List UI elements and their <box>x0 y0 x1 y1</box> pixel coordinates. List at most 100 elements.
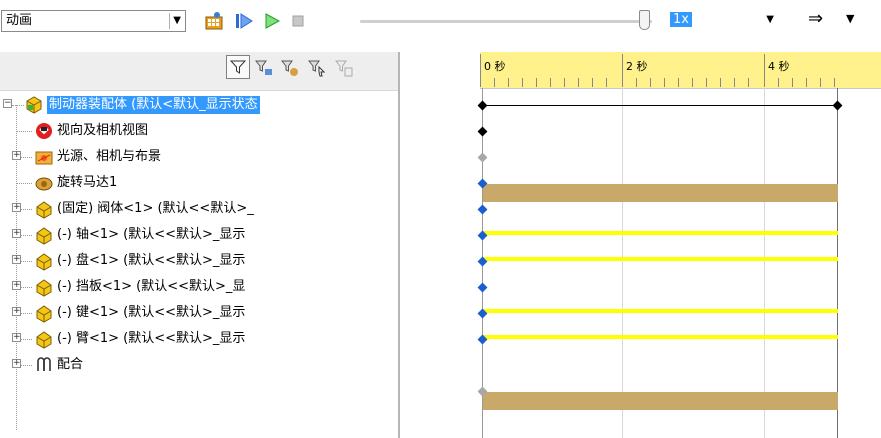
keyframe-diamond[interactable] <box>477 100 488 111</box>
tree-connector <box>21 287 32 288</box>
tree-connector <box>16 131 32 132</box>
tree-item-assembly[interactable]: − 制动器装配体 (默认<默认_显示状态 <box>0 92 398 118</box>
ruler-tick <box>720 78 721 87</box>
filter-animating-icon[interactable] <box>254 58 274 78</box>
expand-toggle[interactable]: + <box>12 333 21 342</box>
motor-track-bar[interactable] <box>483 184 838 202</box>
ruler-tick <box>592 78 593 87</box>
keyframe-diamond[interactable] <box>477 282 488 293</box>
ruler-tick <box>678 78 679 87</box>
tree-item-part[interactable]: + (固定) 阀体<1> (默认<<默认>_ <box>0 196 398 222</box>
tree-item-rotary-motor[interactable]: 旋转马达1 <box>0 170 398 196</box>
ruler-tick <box>508 78 509 87</box>
tree-item-camera-views[interactable]: 视向及相机视图 <box>0 118 398 144</box>
tree-item-part[interactable]: + (-) 挡板<1> (默认<<默认>_显 <box>0 274 398 300</box>
stop-icon[interactable] <box>288 11 308 31</box>
expand-toggle[interactable]: + <box>12 307 21 316</box>
motion-manager-tree: − 制动器装配体 (默认<默认_显示状态 视向及相机视图 + 光源、相机与布景 … <box>0 52 398 438</box>
ruler-tick <box>706 78 707 87</box>
ruler-tick <box>734 78 735 87</box>
motion-study-window: 动画 ▼ 1x ▼ ⇒ ▼ − 制动器装配体 (默认<默认_显示状态 视向及相机… <box>0 0 881 438</box>
play-icon[interactable] <box>262 11 282 31</box>
chevron-down-icon: ▼ <box>766 14 774 25</box>
expand-toggle[interactable]: + <box>12 229 21 238</box>
tree-item-part[interactable]: + (-) 键<1> (默认<<默认>_显示 <box>0 300 398 326</box>
collapse-toggle[interactable]: − <box>3 99 12 108</box>
ruler-tick <box>564 78 565 87</box>
chevron-down-icon: ▼ <box>173 15 181 26</box>
expand-toggle[interactable]: + <box>12 255 21 264</box>
expand-toggle[interactable]: + <box>12 151 21 160</box>
combo-separator <box>169 13 170 29</box>
expand-toggle[interactable]: + <box>12 203 21 212</box>
ruler-tick <box>536 78 537 87</box>
keyframe-diamond[interactable] <box>477 204 488 215</box>
tree-connector <box>12 105 24 106</box>
tree-connector <box>21 339 32 340</box>
timeline-view[interactable]: 0 秒 2 秒 4 秒 <box>400 52 881 438</box>
part-icon <box>34 277 54 297</box>
tick-label: 4 秒 <box>768 60 790 73</box>
ruler-tick <box>806 78 807 87</box>
filter-selected-icon[interactable] <box>307 58 327 78</box>
ruler-tick <box>550 78 551 87</box>
playback-slider-thumb[interactable] <box>639 10 650 30</box>
keyframe-diamond[interactable] <box>477 152 488 163</box>
mates-icon <box>34 355 54 375</box>
expand-toggle[interactable]: + <box>12 359 21 368</box>
tree-item-label: (-) 盘<1> (默认<<默认>_显示 <box>57 253 246 268</box>
mates-track-bar[interactable] <box>483 392 838 410</box>
part-track-bar[interactable] <box>483 335 838 339</box>
keyframe-diamond[interactable] <box>832 100 843 111</box>
animation-toolbar: 动画 ▼ 1x ▼ ⇒ ▼ <box>0 0 881 52</box>
tree-item-part[interactable]: + (-) 臂<1> (默认<<默认>_显示 <box>0 326 398 352</box>
ruler-tick <box>636 78 637 87</box>
ruler-tick <box>494 78 495 87</box>
part-track-bar[interactable] <box>483 257 838 261</box>
tree-item-label: (-) 键<1> (默认<<默认>_显示 <box>57 305 246 320</box>
rotary-motor-icon <box>34 173 54 193</box>
tree-item-part[interactable]: + (-) 盘<1> (默认<<默认>_显示 <box>0 248 398 274</box>
keyframe-diamond[interactable] <box>477 126 488 137</box>
tree-item-mates[interactable]: + 配合 <box>0 352 398 378</box>
tree-filter-bar <box>0 52 398 91</box>
ruler-tick <box>792 78 793 87</box>
tree-connector <box>16 183 32 184</box>
part-track-bar[interactable] <box>483 309 838 313</box>
part-icon <box>34 225 54 245</box>
assembly-track[interactable] <box>483 105 838 106</box>
tree-item-part[interactable]: + (-) 轴<1> (默认<<默认>_显示 <box>0 222 398 248</box>
playback-arrow-icon[interactable]: ⇒ <box>808 8 823 29</box>
playback-speed-select[interactable]: 1x ▼ <box>666 10 774 32</box>
part-icon <box>34 251 54 271</box>
tree-connector <box>21 157 32 158</box>
ruler-tick <box>748 78 749 87</box>
ruler-tick <box>764 54 765 87</box>
tree-connector <box>21 365 32 366</box>
study-type-select[interactable]: 动画 ▼ <box>1 10 186 32</box>
playback-slider-track[interactable] <box>360 20 652 23</box>
tree-connector <box>21 235 32 236</box>
time-ruler[interactable]: 0 秒 2 秒 4 秒 <box>480 52 881 89</box>
camera-view-icon <box>34 121 54 141</box>
part-track-bar[interactable] <box>483 231 838 235</box>
tree-item-label: (-) 挡板<1> (默认<<默认>_显 <box>57 279 246 294</box>
filter-results-icon[interactable] <box>334 58 354 78</box>
tick-label: 0 秒 <box>484 60 506 73</box>
ruler-tick <box>480 54 481 87</box>
ruler-tick <box>578 78 579 87</box>
play-from-start-icon[interactable] <box>234 11 254 31</box>
assembly-icon <box>24 95 44 115</box>
tree-item-label: (固定) 阀体<1> (默认<<默认>_ <box>57 201 254 216</box>
ruler-tick <box>692 78 693 87</box>
calculate-icon[interactable] <box>204 11 224 31</box>
chevron-down-icon[interactable]: ▼ <box>846 12 854 25</box>
tree-item-lights-cameras[interactable]: + 光源、相机与布景 <box>0 144 398 170</box>
ruler-tick <box>664 78 665 87</box>
filter-driving-icon[interactable] <box>280 58 300 78</box>
expand-toggle[interactable]: + <box>12 281 21 290</box>
part-icon <box>34 329 54 349</box>
filter-icon[interactable] <box>226 55 250 79</box>
lights-folder-icon <box>34 147 54 167</box>
study-type-value: 动画 <box>6 13 33 28</box>
